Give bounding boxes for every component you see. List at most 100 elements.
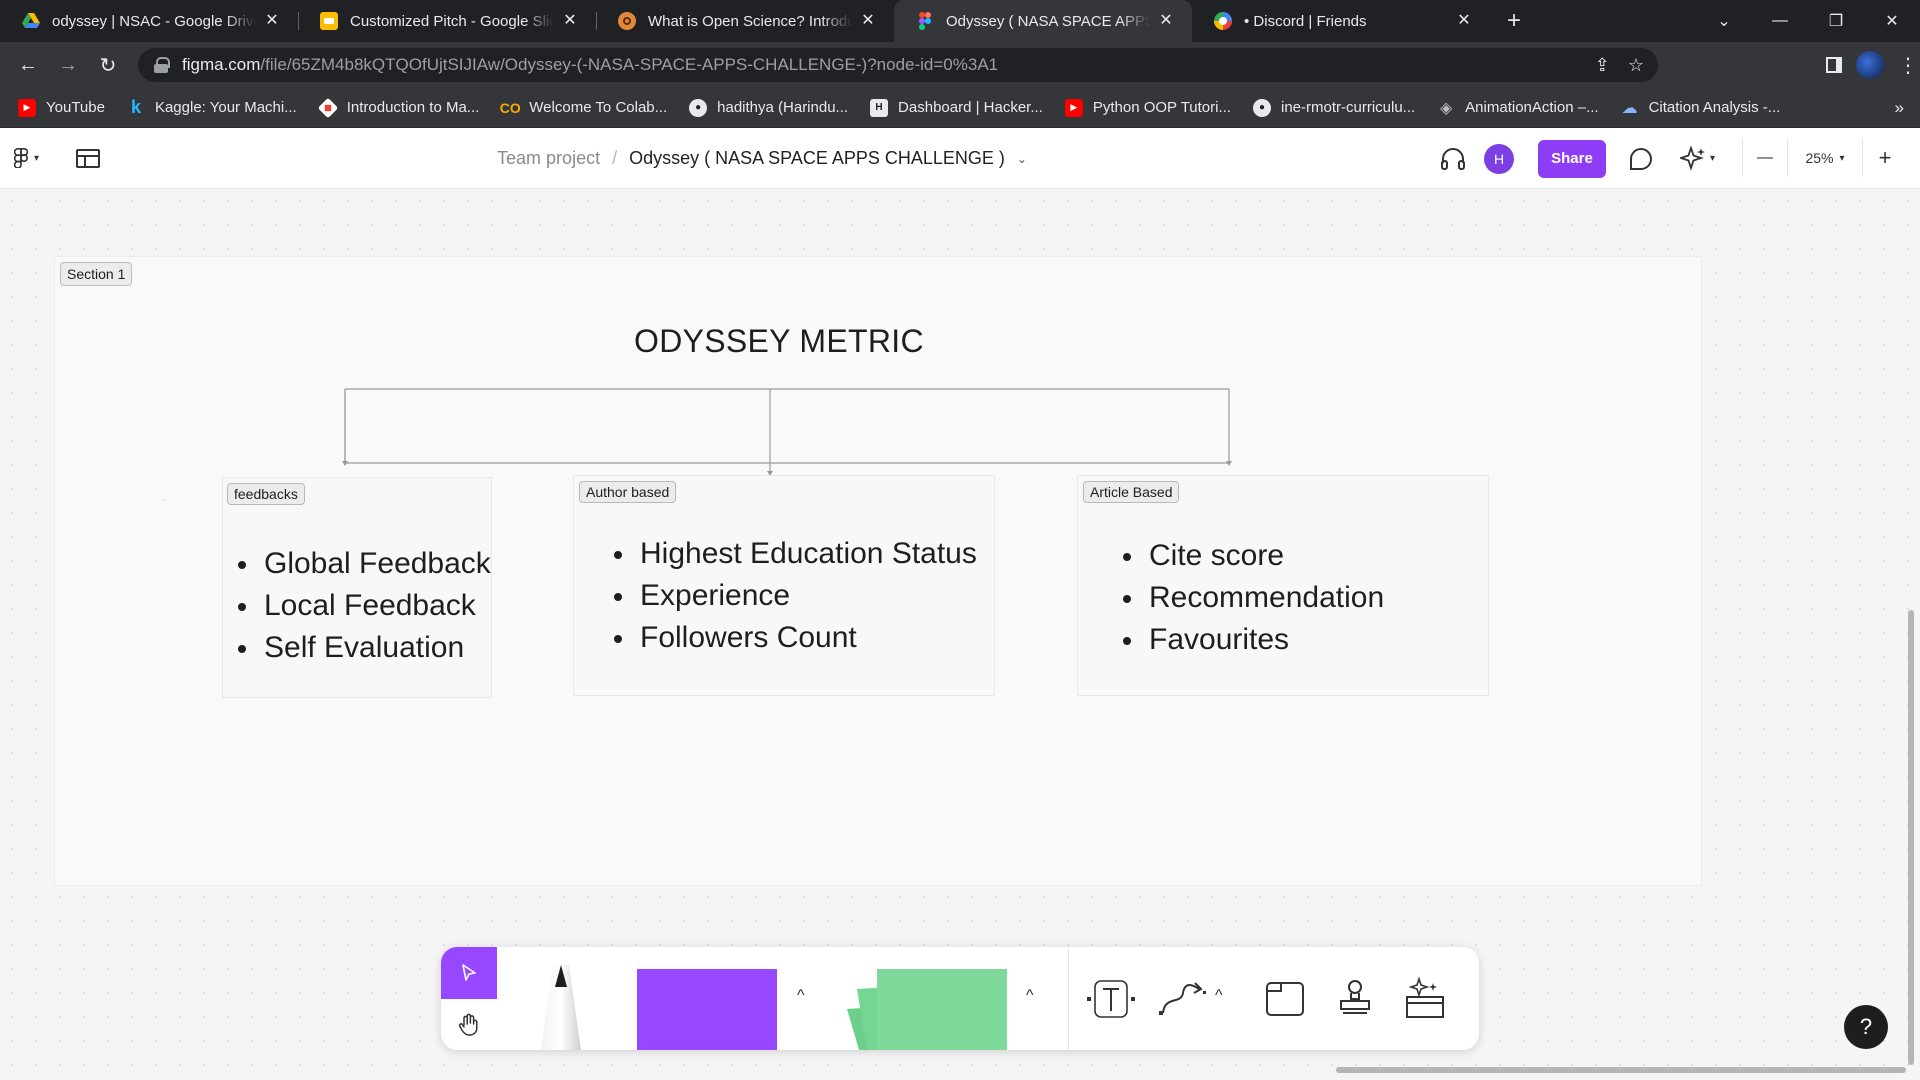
hackerrank-icon: H: [870, 98, 889, 117]
url-text: figma.com/file/65ZM4b8kQTQOfUjtSIJIAw/Od…: [182, 55, 999, 74]
widgets-sparkle-icon: [1406, 976, 1444, 1018]
discord-icon: [1214, 12, 1232, 30]
section-tool[interactable]: [1259, 975, 1311, 1023]
tab-open-science[interactable]: What is Open Science? Introduction ✕: [596, 0, 894, 42]
horizontal-scrollbar[interactable]: [1336, 1067, 1906, 1073]
breadcrumb: Team project / Odyssey ( NASA SPACE APPS…: [0, 128, 1524, 189]
tab-close-icon[interactable]: ✕: [262, 11, 282, 31]
bookmarks-bar: ▶ YouTube k Kaggle: Your Machi... Introd…: [0, 88, 1920, 128]
marker-tool[interactable]: [531, 965, 591, 1050]
tab-search-icon[interactable]: ⌄: [1696, 11, 1752, 31]
tab-title: odyssey | NSAC - Google Drive: [52, 12, 256, 30]
tab-discord[interactable]: • Discord | Friends ✕: [1192, 0, 1490, 42]
chevron-down-icon[interactable]: ⌄: [1017, 152, 1027, 166]
forward-arrow-icon[interactable]: →: [48, 47, 88, 83]
bookmark-label: Citation Analysis -...: [1648, 99, 1781, 116]
list-item: Cite score: [1121, 535, 1384, 577]
bookmark-item[interactable]: CO Welcome To Colab...: [500, 99, 667, 117]
github-icon: ●: [689, 98, 708, 117]
tab-google-slides[interactable]: Customized Pitch - Google Slides ✕: [298, 0, 596, 42]
profile-avatar[interactable]: [1856, 51, 1884, 79]
restore-icon[interactable]: ❐: [1808, 11, 1864, 31]
bookmark-item[interactable]: ▶ YouTube: [18, 98, 105, 117]
shape-tool-swatch[interactable]: [637, 969, 777, 1050]
cursor-arrow-icon: [462, 964, 476, 981]
zoom-out-button[interactable]: —: [1743, 139, 1787, 177]
minimize-icon[interactable]: —: [1752, 12, 1808, 30]
bookmark-item[interactable]: ▶ Python OOP Tutori...: [1064, 98, 1231, 117]
vertical-scrollbar[interactable]: [1908, 610, 1914, 1065]
bullet-dot: [1123, 637, 1131, 645]
move-tool[interactable]: [441, 947, 497, 999]
chevron-up-icon[interactable]: ^: [797, 987, 805, 1005]
ai-sparkle-icon[interactable]: [1680, 145, 1706, 172]
bookmark-item[interactable]: ◈ AnimationAction –...: [1437, 99, 1599, 117]
bookmark-item[interactable]: ● hadithya (Harindu...: [689, 98, 849, 117]
list-item: Followers Count: [612, 617, 977, 659]
chevron-down-icon[interactable]: ▾: [1710, 153, 1715, 164]
tab-figma-odyssey[interactable]: Odyssey ( NASA SPACE APPS CHALLENGE ) ✕: [894, 0, 1192, 42]
tab-close-icon[interactable]: ✕: [560, 11, 580, 31]
help-button[interactable]: ?: [1844, 1005, 1888, 1049]
close-window-icon[interactable]: ✕: [1864, 11, 1920, 31]
hand-icon: [458, 1013, 478, 1036]
headphones-icon[interactable]: [1440, 147, 1466, 171]
new-tab-button[interactable]: +: [1494, 0, 1534, 42]
reload-icon[interactable]: ↻: [88, 47, 128, 83]
address-bar[interactable]: figma.com/file/65ZM4b8kQTQOfUjtSIJIAw/Od…: [138, 48, 1658, 82]
stamp-tool[interactable]: [1329, 975, 1381, 1023]
tab-close-icon[interactable]: ✕: [1454, 11, 1474, 31]
share-page-icon[interactable]: ⇪: [1595, 55, 1610, 76]
bookmark-label: Kaggle: Your Machi...: [154, 99, 297, 116]
file-name[interactable]: Odyssey ( NASA SPACE APPS CHALLENGE ): [629, 148, 1005, 169]
browser-tab-strip: odyssey | NSAC - Google Drive ✕ Customiz…: [0, 0, 1920, 42]
bookmark-star-icon[interactable]: ☆: [1628, 55, 1644, 76]
widgets-tool[interactable]: [1399, 975, 1451, 1023]
kaggle-icon: k: [130, 97, 141, 117]
bookmark-item[interactable]: k Kaggle: Your Machi...: [127, 97, 297, 117]
bullet-dot: [1123, 595, 1131, 603]
side-panel-icon[interactable]: [1826, 57, 1842, 73]
hand-tool[interactable]: [441, 999, 497, 1050]
sticky-note-tool[interactable]: [847, 969, 1007, 1050]
bookmark-item[interactable]: ● ine-rmotr-curriculu...: [1252, 98, 1415, 117]
avatar[interactable]: H: [1484, 143, 1514, 174]
connector-tool[interactable]: [1155, 975, 1207, 1023]
breadcrumb-team[interactable]: Team project: [497, 148, 600, 169]
card-label[interactable]: Article Based: [1083, 481, 1180, 503]
chevron-up-icon[interactable]: ^: [1215, 987, 1223, 1005]
bookmark-label: hadithya (Harindu...: [717, 99, 849, 116]
bookmark-item[interactable]: ☁ Citation Analysis -...: [1621, 99, 1781, 117]
lock-icon[interactable]: [154, 57, 170, 73]
comment-icon[interactable]: [1628, 146, 1654, 172]
youtube-icon: ▶: [18, 98, 36, 117]
connector-curve-icon: [1159, 982, 1206, 1015]
tab-google-drive[interactable]: odyssey | NSAC - Google Drive ✕: [0, 0, 298, 42]
bullet-list[interactable]: Cite score Recommendation Favourites: [1121, 535, 1384, 661]
bullet-list[interactable]: Highest Education Status Experience Foll…: [612, 533, 977, 659]
tab-close-icon[interactable]: ✕: [1156, 11, 1176, 31]
zoom-in-button[interactable]: +: [1863, 139, 1907, 177]
chrome-menu-icon[interactable]: ⋮: [1898, 53, 1918, 78]
tab-title: • Discord | Friends: [1244, 12, 1367, 30]
card-label[interactable]: Author based: [579, 481, 677, 503]
bookmarks-more-icon[interactable]: »: [1895, 98, 1904, 118]
card-label[interactable]: feedbacks: [227, 483, 305, 505]
tab-close-icon[interactable]: ✕: [858, 11, 878, 31]
bullet-dot: [238, 561, 246, 569]
share-button[interactable]: Share: [1538, 139, 1606, 178]
tab-title: Customized Pitch - Google Slides: [350, 12, 554, 30]
bookmark-label: AnimationAction –...: [1465, 99, 1599, 116]
list-item: Favourites: [1121, 619, 1384, 661]
bullet-dot: [1123, 553, 1131, 561]
bookmark-item[interactable]: Introduction to Ma...: [317, 97, 479, 118]
browser-nav-bar: ← → ↻ figma.com/file/65ZM4b8kQTQOfUjtSIJ…: [0, 42, 1920, 88]
back-arrow-icon[interactable]: ←: [8, 47, 48, 83]
chevron-up-icon[interactable]: ^: [1026, 987, 1034, 1005]
zoom-level[interactable]: 25% ▾: [1787, 139, 1863, 177]
bullet-list[interactable]: Global Feedback Local Feedback Self Eval…: [236, 543, 491, 669]
section-frame-icon: [1266, 982, 1304, 1016]
list-item: Recommendation: [1121, 577, 1384, 619]
bookmark-item[interactable]: H Dashboard | Hacker...: [870, 98, 1043, 117]
text-tool[interactable]: [1085, 975, 1137, 1023]
